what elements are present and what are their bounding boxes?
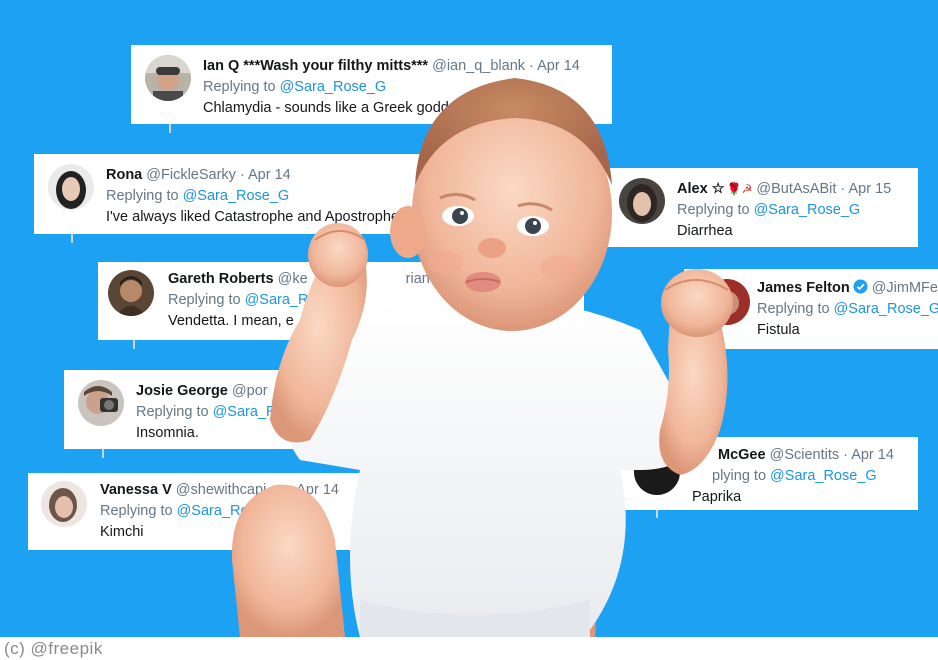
tweet-card[interactable]: Josie George @por Replying to @Sara_R In… <box>64 370 394 449</box>
tweet-text: Vendetta. I mean, e <box>168 313 294 329</box>
tweet-text: Kimchi <box>100 524 144 540</box>
author-name[interactable]: McGee <box>718 447 766 463</box>
author-handle[interactable]: @ButAsABit · Apr 15 <box>756 181 891 197</box>
tweet-card[interactable]: McGee @Scientits · Apr 14 plying to @Sar… <box>620 437 918 510</box>
tweet-card[interactable]: James Felton @JimMFe Replying to @Sara_R… <box>684 269 938 349</box>
mention-link[interactable]: @Sara_Ro <box>177 503 249 519</box>
author-name[interactable]: Josie George <box>136 383 228 399</box>
author-handle[interactable]: @ke <box>278 271 308 287</box>
avatar[interactable] <box>634 449 680 495</box>
thread-line <box>133 340 135 349</box>
avatar[interactable] <box>619 178 665 224</box>
author-handle[interactable]: @FickleSarky · Apr 14 <box>146 167 290 183</box>
collage: Ian Q ***Wash your filthy mitts*** @ian_… <box>0 0 938 660</box>
author-name[interactable]: Alex ☆ <box>677 181 725 197</box>
author-handle[interactable]: @Scientits · Apr 14 <box>770 447 894 463</box>
replying-to-label: Replying to <box>203 79 280 95</box>
mention-link[interactable]: @Sara_R <box>245 292 309 308</box>
tweet-text: Diarrhea <box>677 223 733 239</box>
replying-to-label: Replying to <box>100 503 177 519</box>
tweet-text: Fistula <box>757 322 800 338</box>
avatar[interactable] <box>48 164 94 210</box>
mention-link[interactable]: @Sara_Rose_G <box>280 79 387 95</box>
thread-line <box>71 234 73 243</box>
tweet-card[interactable]: Vanessa V @shewithcapi Apr 14 Replying to… <box>28 473 374 550</box>
author-handle[interactable]: @por <box>232 383 268 399</box>
mention-link[interactable]: @Sara_Rose_G <box>834 301 938 317</box>
replying-to-label: Replying to <box>168 292 245 308</box>
tweet-text-tail: t <box>443 313 448 329</box>
replying-to-label: Replying to <box>677 202 754 218</box>
replying-to-label: Replying to <box>106 188 183 204</box>
author-name[interactable]: Gareth Roberts <box>168 271 274 287</box>
tweet-card[interactable]: Gareth Roberts @ke rian · Apr Replying to… <box>98 262 584 340</box>
verified-badge-icon <box>853 279 868 294</box>
author-name[interactable]: James Felton <box>757 280 850 296</box>
tweet-card[interactable]: Rona @FickleSarky · Apr 14 Replying to @… <box>34 154 434 234</box>
tweet-text: Chlamydia - sounds like a Greek godd <box>203 100 449 116</box>
mention-link[interactable]: @Sara_Rose_G <box>754 202 861 218</box>
author-handle[interactable]: @shewithcapi <box>176 482 266 498</box>
mention-link[interactable]: @Sara_R <box>213 404 277 420</box>
avatar[interactable] <box>78 380 124 426</box>
tweet-text: Paprika <box>692 489 742 505</box>
tweet-text: I've always liked Catastrophe and Apostr… <box>106 209 399 225</box>
author-handle[interactable]: @ian_q_blank · Apr 14 <box>432 58 580 74</box>
author-handle-tail[interactable]: Apr 14 <box>296 482 339 498</box>
mention-link[interactable]: @Sara_Rose_G <box>183 188 290 204</box>
avatar[interactable] <box>704 279 750 325</box>
tweet-card[interactable]: Alex ☆ 🌹☭ @ButAsABit · Apr 15 Replying to… <box>605 168 918 247</box>
author-name[interactable]: Rona <box>106 167 142 183</box>
thread-line <box>102 449 104 458</box>
mention-link[interactable]: @Sara_Rose_G <box>770 468 877 484</box>
author-handle[interactable]: @JimMFe <box>872 280 938 296</box>
tweet-card[interactable]: Ian Q ***Wash your filthy mitts*** @ian_… <box>131 45 612 124</box>
author-handle-tail[interactable]: rian · Apr <box>406 271 465 287</box>
author-name[interactable]: Ian Q ***Wash your filthy mitts*** <box>203 58 428 74</box>
thread-line <box>169 124 171 133</box>
replying-to-label: Replying to <box>136 404 213 420</box>
avatar[interactable] <box>108 270 154 316</box>
photo-credit: (c) @freepik <box>4 639 103 658</box>
tweet-text: Insomnia. <box>136 425 199 441</box>
author-name[interactable]: Vanessa V <box>100 482 172 498</box>
replying-to-label: Replying to <box>757 301 834 317</box>
avatar[interactable] <box>41 481 87 527</box>
rose-emoji: 🌹☭ <box>726 182 753 196</box>
replying-to-label: plying to <box>712 468 771 484</box>
avatar[interactable] <box>145 55 191 101</box>
thread-line <box>656 510 658 518</box>
